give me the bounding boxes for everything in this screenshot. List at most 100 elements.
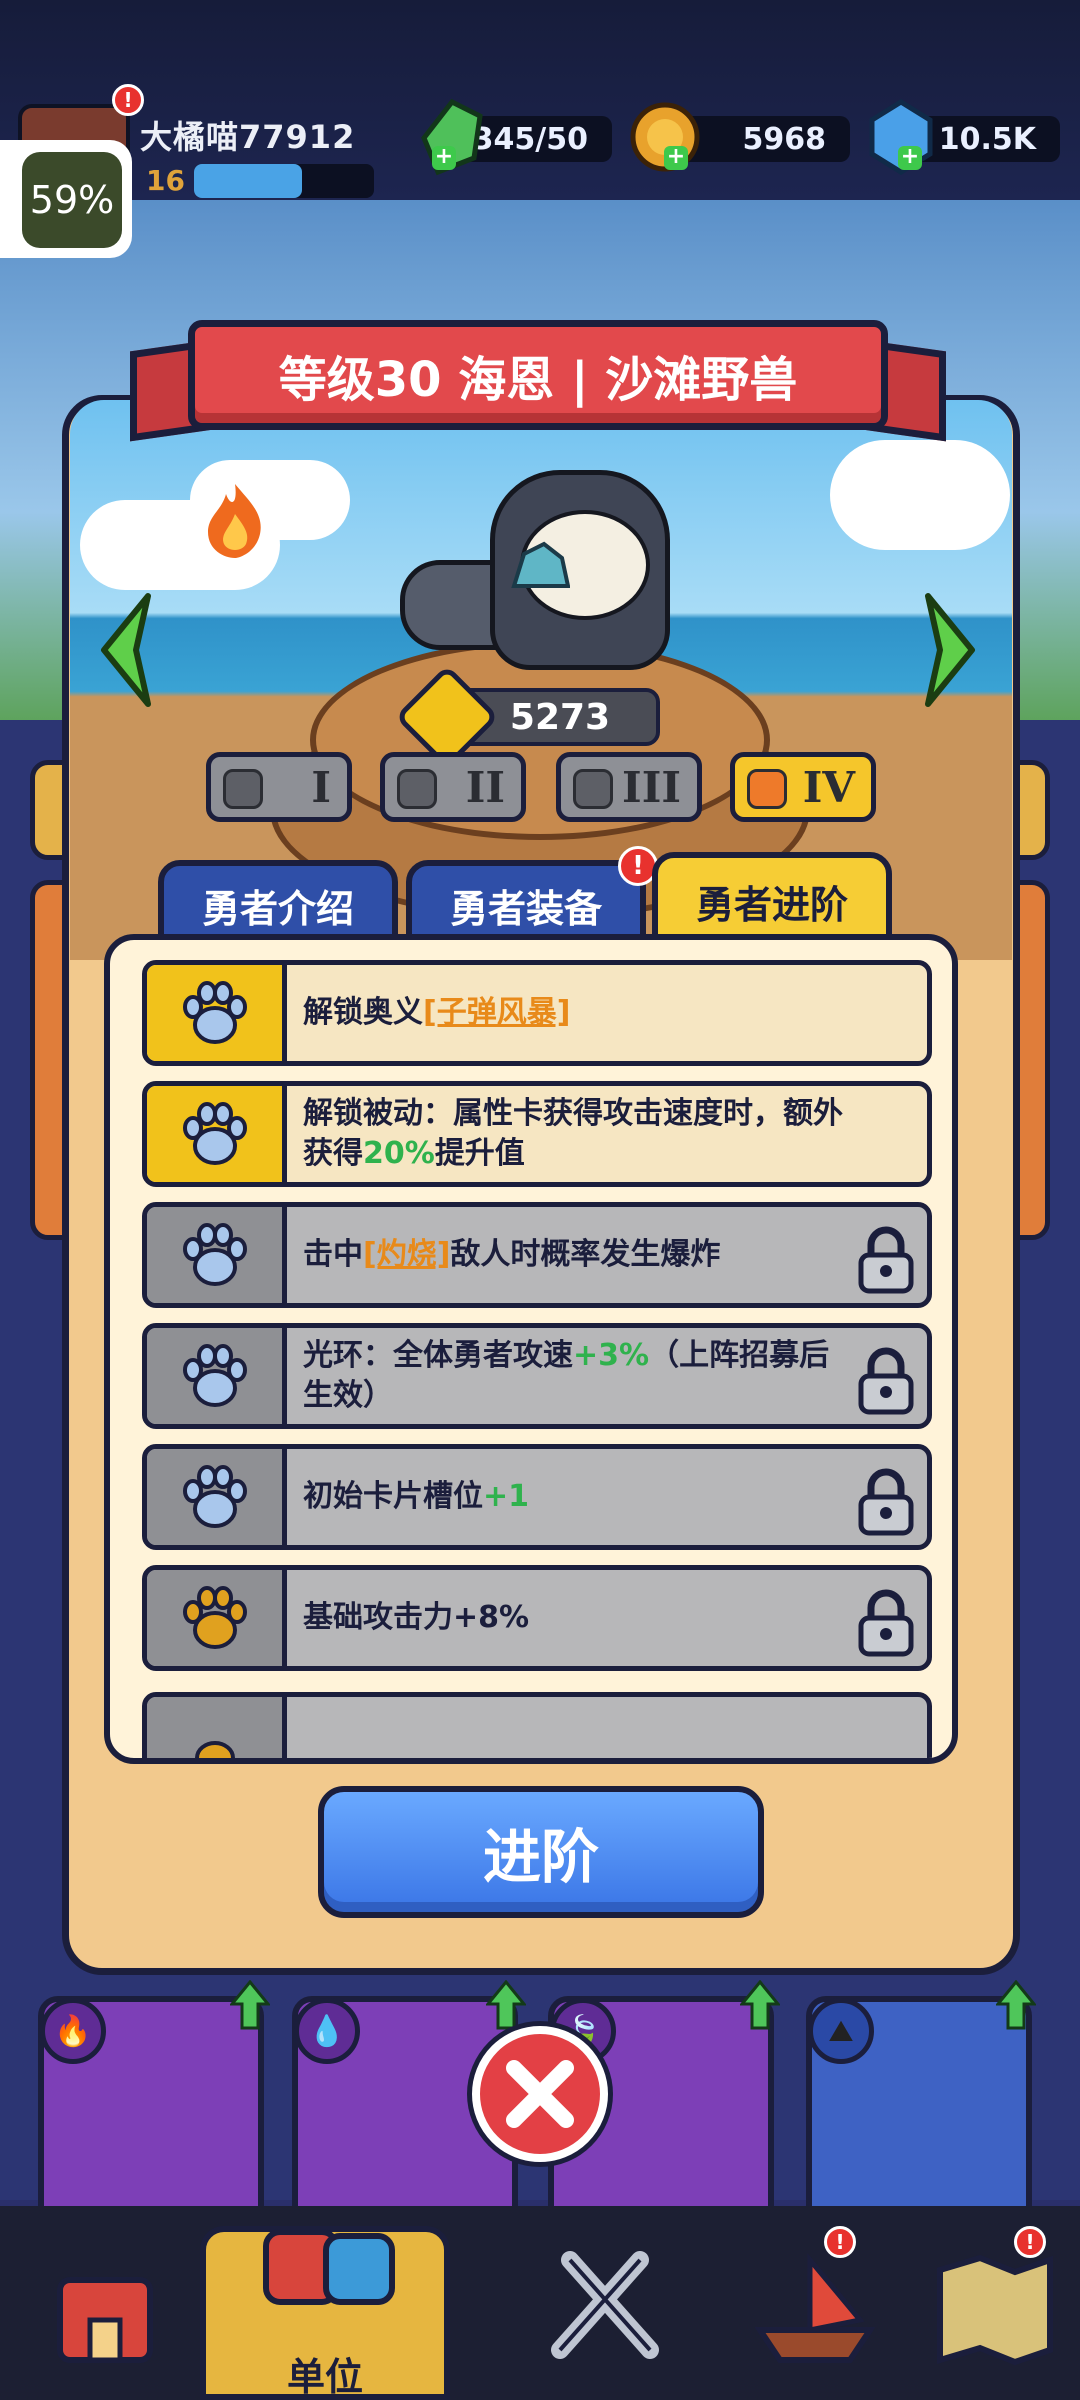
player-level: 16 xyxy=(146,164,185,197)
tab-label: 勇者装备 xyxy=(449,886,602,931)
advancement-text: 基础攻击力+8% xyxy=(303,1570,843,1666)
advancement-highlight: [灼烧] xyxy=(363,1237,451,1272)
advancement-highlight: [子弹风暴] xyxy=(423,995,571,1030)
ship-alert-dot: ! xyxy=(824,2226,856,2258)
advancement-text-part: 基础攻击力+8% xyxy=(303,1600,530,1635)
close-button[interactable] xyxy=(472,2026,608,2162)
advancement-text: 解锁奥义[子弹风暴] xyxy=(303,965,843,1061)
xp-bar-fill xyxy=(194,164,302,198)
paw-icon xyxy=(182,1344,247,1407)
paw-icon xyxy=(194,1741,235,1758)
row-paw-icon xyxy=(147,1570,287,1666)
advancement-text-content: 解锁奥义[子弹风暴] xyxy=(303,993,570,1033)
advancement-text-part: 解锁奥义 xyxy=(303,995,423,1030)
advancement-text-content: 基础攻击力+8% xyxy=(303,1598,529,1638)
rank-label: III xyxy=(622,762,681,812)
advancement-text: 光环：全体勇者攻速+3%（上阵招募后生效） xyxy=(303,1328,843,1424)
add-gem-icon[interactable]: + xyxy=(898,146,922,170)
battle-nav-icon[interactable] xyxy=(530,2230,680,2380)
rank-label: IV xyxy=(802,762,855,812)
advancement-text: 击中[灼烧]敌人时概率发生爆炸 xyxy=(303,1207,843,1303)
paw-icon xyxy=(182,1102,247,1165)
map-nav-icon[interactable] xyxy=(920,2230,1070,2380)
rank-button-2[interactable]: II xyxy=(380,752,526,822)
advancement-row[interactable]: 解锁被动：属性卡获得攻击速度时，额外获得20%提升值 xyxy=(142,1081,932,1187)
units-nav-icon xyxy=(263,2229,395,2305)
add-coin-icon[interactable]: + xyxy=(664,146,688,170)
row-paw-icon xyxy=(147,1207,287,1303)
advancement-text-content: 初始卡片槽位+1 xyxy=(303,1477,529,1517)
rank-gem-icon xyxy=(747,769,787,809)
rank-button-4[interactable]: IV xyxy=(730,752,876,822)
advancement-text-part: 光环：全体勇者攻速 xyxy=(303,1338,573,1373)
paw-icon xyxy=(182,1465,247,1528)
rock-island xyxy=(511,541,570,588)
advance-button-label: 进阶 xyxy=(482,1823,599,1891)
advancement-text-content: 击中[灼烧]敌人时概率发生爆炸 xyxy=(303,1235,720,1275)
lock-icon xyxy=(858,1468,914,1536)
advancement-text-part: 初始卡片槽位 xyxy=(303,1479,483,1514)
advancement-text-content: 解锁被动：属性卡获得攻击速度时，额外获得20%提升值 xyxy=(303,1094,843,1174)
water-element-icon: 💧 xyxy=(294,1998,360,2064)
hero-power-value: 5273 xyxy=(509,696,611,738)
hero-title: 等级30 海恩 | 沙滩野兽 xyxy=(278,352,798,408)
paw-icon xyxy=(182,1586,247,1649)
advancement-row[interactable]: 击中[灼烧]敌人时概率发生爆炸 xyxy=(142,1202,932,1308)
unit-card[interactable]: ⛰ xyxy=(806,1996,1032,2226)
advance-button[interactable]: 进阶 xyxy=(318,1786,764,1918)
lock-icon xyxy=(858,1347,914,1415)
map-alert-dot: ! xyxy=(1014,2226,1046,2258)
row-paw-icon xyxy=(147,1086,287,1182)
row-paw-icon xyxy=(147,1449,287,1545)
fire-element-icon xyxy=(208,484,261,558)
paw-icon xyxy=(182,1223,247,1286)
earth-element-icon: ⛰ xyxy=(808,1998,874,2064)
gem-value: 10.5K xyxy=(938,121,1036,157)
advancement-highlight: +1 xyxy=(483,1479,530,1514)
prev-hero-arrow-icon[interactable] xyxy=(96,590,156,710)
fire-element-icon: 🔥 xyxy=(40,1998,106,2064)
advancement-row[interactable]: 基础攻击力+8% xyxy=(142,1565,932,1671)
lock-icon xyxy=(858,1226,914,1294)
rank-gem-icon xyxy=(223,769,263,809)
upgrade-arrow-icon xyxy=(230,1980,270,2030)
row-paw-icon-gold xyxy=(147,1697,287,1758)
player-name: 大橘喵77912 xyxy=(140,118,356,156)
advancement-text: 解锁被动：属性卡获得攻击速度时，额外获得20%提升值 xyxy=(303,1086,843,1182)
advancement-text-part: 提升值 xyxy=(434,1136,525,1171)
home-nav-icon[interactable] xyxy=(30,2230,180,2380)
upgrade-arrow-icon xyxy=(486,1980,526,2030)
rank-gem-icon xyxy=(397,769,437,809)
advancement-row-partial xyxy=(142,1692,932,1758)
advancement-row[interactable]: 解锁奥义[子弹风暴] xyxy=(142,960,932,1066)
unit-card[interactable]: 🔥 xyxy=(38,1996,264,2226)
coin-value: 5968 xyxy=(742,121,827,157)
cloud xyxy=(830,440,1010,550)
tab-label: 勇者进阶 xyxy=(695,882,848,927)
progress-percent: 59% xyxy=(22,152,122,248)
upgrade-arrow-icon xyxy=(996,1980,1036,2030)
row-paw-icon xyxy=(147,965,287,1061)
advancement-row[interactable]: 光环：全体勇者攻速+3%（上阵招募后生效） xyxy=(142,1323,932,1429)
advancement-text-part: 击中 xyxy=(303,1237,363,1272)
advancement-text-content: 光环：全体勇者攻速+3%（上阵招募后生效） xyxy=(303,1336,843,1416)
rank-label: II xyxy=(465,762,505,812)
next-hero-arrow-icon[interactable] xyxy=(920,590,980,710)
advancement-text: 初始卡片槽位+1 xyxy=(303,1449,843,1545)
rank-button-3[interactable]: III xyxy=(556,752,702,822)
rank-label: I xyxy=(311,762,331,812)
upgrade-arrow-icon xyxy=(740,1980,780,2030)
advancement-panel[interactable]: 解锁奥义[子弹风暴] 解锁被动：属性卡获得攻击速度时，额外获得20%提升值击中[灼… xyxy=(104,934,958,1764)
advancement-highlight: 20% xyxy=(363,1136,435,1171)
add-stamina-icon[interactable]: + xyxy=(432,146,456,170)
close-icon xyxy=(506,2060,574,2128)
advancement-highlight: +3% xyxy=(573,1338,650,1373)
rank-gem-icon xyxy=(573,769,613,809)
advancement-row[interactable]: 初始卡片槽位+1 xyxy=(142,1444,932,1550)
hero-title-banner: 等级30 海恩 | 沙滩野兽 xyxy=(188,320,888,430)
nav-label-units: 单位 xyxy=(286,2355,363,2399)
ship-nav-icon[interactable] xyxy=(740,2230,890,2380)
row-paw-icon xyxy=(147,1328,287,1424)
rank-button-1[interactable]: I xyxy=(206,752,352,822)
xp-bar xyxy=(194,164,374,198)
